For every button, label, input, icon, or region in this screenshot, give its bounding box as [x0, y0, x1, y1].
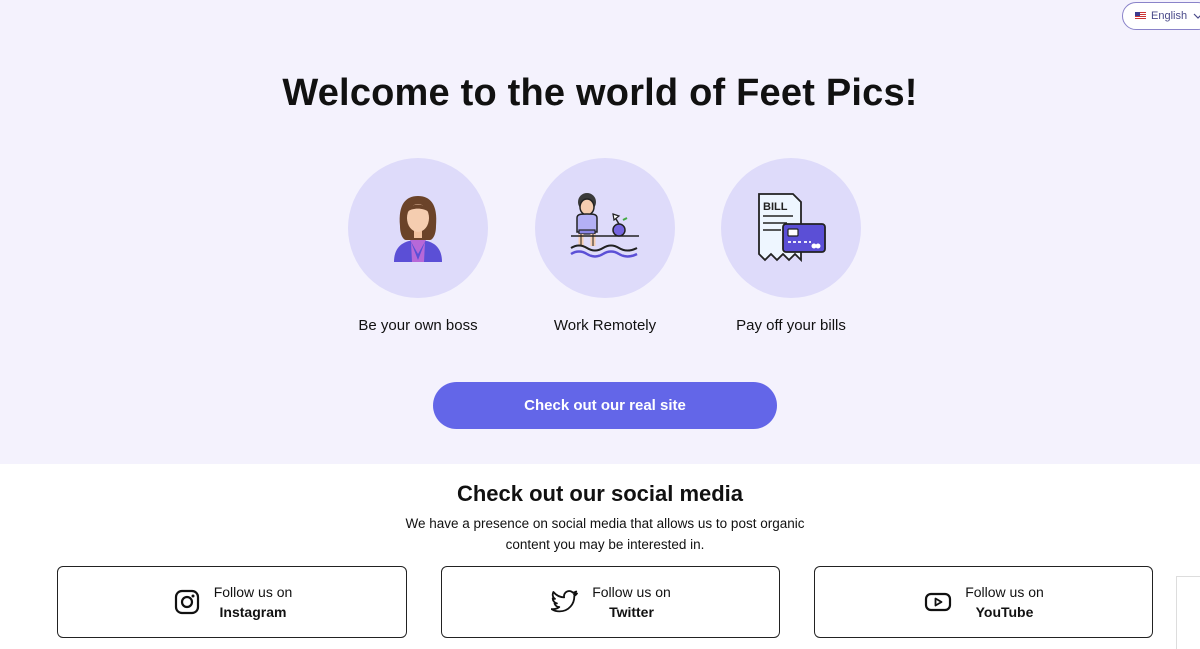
follow-prefix: Follow us on: [592, 584, 671, 600]
instagram-card[interactable]: Follow us on Instagram: [57, 566, 407, 638]
feature-circle: BILL: [721, 158, 861, 298]
chevron-down-icon: [1193, 13, 1200, 19]
twitter-icon: [550, 587, 580, 617]
language-selector[interactable]: English: [1122, 2, 1200, 30]
follow-prefix: Follow us on: [965, 584, 1044, 600]
bill-card-icon: BILL: [758, 193, 826, 263]
floating-widget-edge: [1176, 576, 1200, 649]
feature-remote: Work Remotely: [505, 158, 705, 334]
language-label: English: [1151, 10, 1188, 22]
us-flag-icon: [1135, 12, 1146, 20]
twitter-card[interactable]: Follow us on Twitter: [441, 566, 780, 638]
feature-circle: [348, 158, 488, 298]
feature-bills: BILL Pay off your bills: [691, 158, 891, 334]
remote-worker-icon: [570, 193, 639, 258]
feature-own-boss: Be your own boss: [318, 158, 518, 334]
platform-name: YouTube: [975, 604, 1034, 620]
real-site-button[interactable]: Check out our real site: [433, 382, 777, 429]
instagram-icon: [172, 587, 202, 617]
platform-name: Twitter: [609, 604, 654, 620]
businesswoman-icon: [394, 196, 442, 262]
social-description: We have a presence on social media that …: [405, 516, 805, 552]
platform-name: Instagram: [219, 604, 287, 620]
feature-label: Work Remotely: [553, 317, 657, 334]
feature-circle: [535, 158, 675, 298]
page-title: Welcome to the world of Feet Pics!: [282, 72, 918, 114]
social-section-title: Check out our social media: [456, 481, 744, 506]
feature-label: Be your own boss: [358, 317, 478, 334]
follow-prefix: Follow us on: [213, 584, 293, 600]
svg-text:BILL: BILL: [763, 201, 788, 213]
youtube-icon: [923, 587, 953, 617]
youtube-card[interactable]: Follow us on YouTube: [814, 566, 1153, 638]
feature-label: Pay off your bills: [736, 317, 846, 334]
